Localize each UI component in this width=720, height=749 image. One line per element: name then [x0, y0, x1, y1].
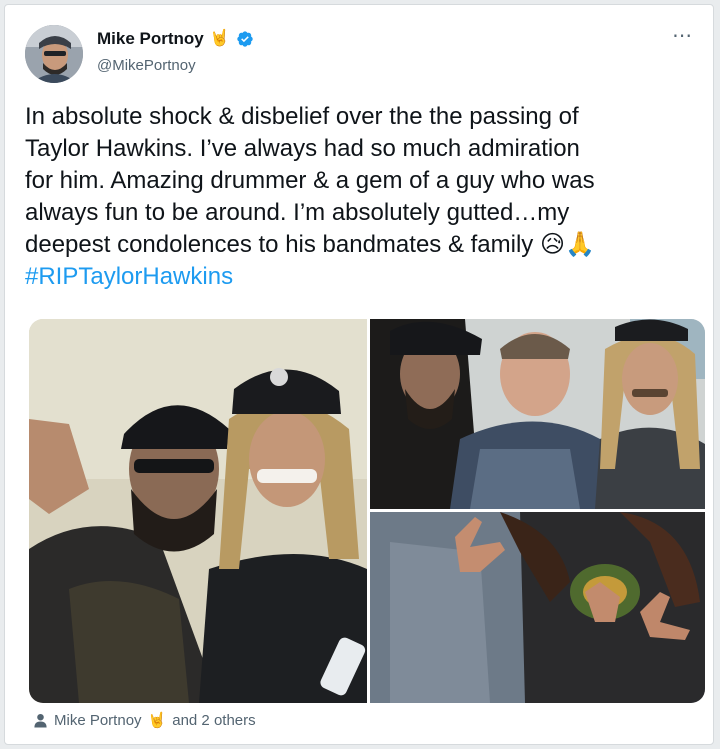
author-name-row: Mike Portnoy 🤘 — [97, 29, 254, 49]
tweet-line: In absolute shock & disbelief over the t… — [25, 103, 579, 130]
tweet-text: In absolute shock & disbelief over the t… — [25, 101, 685, 293]
horns-emoji-icon: 🤘 — [147, 712, 167, 729]
tweet-line: for him. Amazing drummer & a gem of a gu… — [25, 167, 595, 194]
tweet-card: Mike Portnoy 🤘 @MikePortnoy ⋯ In absolut… — [4, 4, 714, 745]
verified-badge-icon — [236, 31, 253, 47]
photo-two-men-in-caps[interactable] — [29, 319, 367, 703]
tagged-name: Mike Portnoy — [54, 711, 142, 729]
photo-rock-horns-hands[interactable] — [370, 512, 705, 703]
tweet-line-with-emoji: deepest condolences to his bandmates & f… — [25, 229, 685, 261]
tweet-line: deepest condolences to his bandmates & f… — [25, 231, 534, 258]
author-avatar[interactable] — [25, 25, 83, 83]
person-icon — [34, 713, 47, 728]
author-display-name[interactable]: Mike Portnoy — [97, 29, 204, 49]
avatar-image — [25, 25, 83, 83]
more-options-icon[interactable]: ⋯ — [672, 23, 693, 48]
horns-emoji-icon: 🤘 — [209, 30, 230, 47]
tweet-line: always fun to be around. I’m absolutely … — [25, 199, 570, 226]
photo-three-men-group[interactable] — [370, 319, 705, 509]
sad-pray-emoji-icon: 😥🙏 — [539, 231, 595, 258]
tweet-line: Taylor Hawkins. I’ve always had so much … — [25, 135, 580, 162]
author-handle[interactable]: @MikePortnoy — [97, 57, 196, 74]
hashtag-link[interactable]: #RIPTaylorHawkins — [25, 261, 685, 293]
media-grid — [29, 319, 705, 703]
tagged-others: and 2 others — [172, 711, 256, 729]
tagged-people[interactable]: Mike Portnoy 🤘 and 2 others — [33, 711, 256, 729]
